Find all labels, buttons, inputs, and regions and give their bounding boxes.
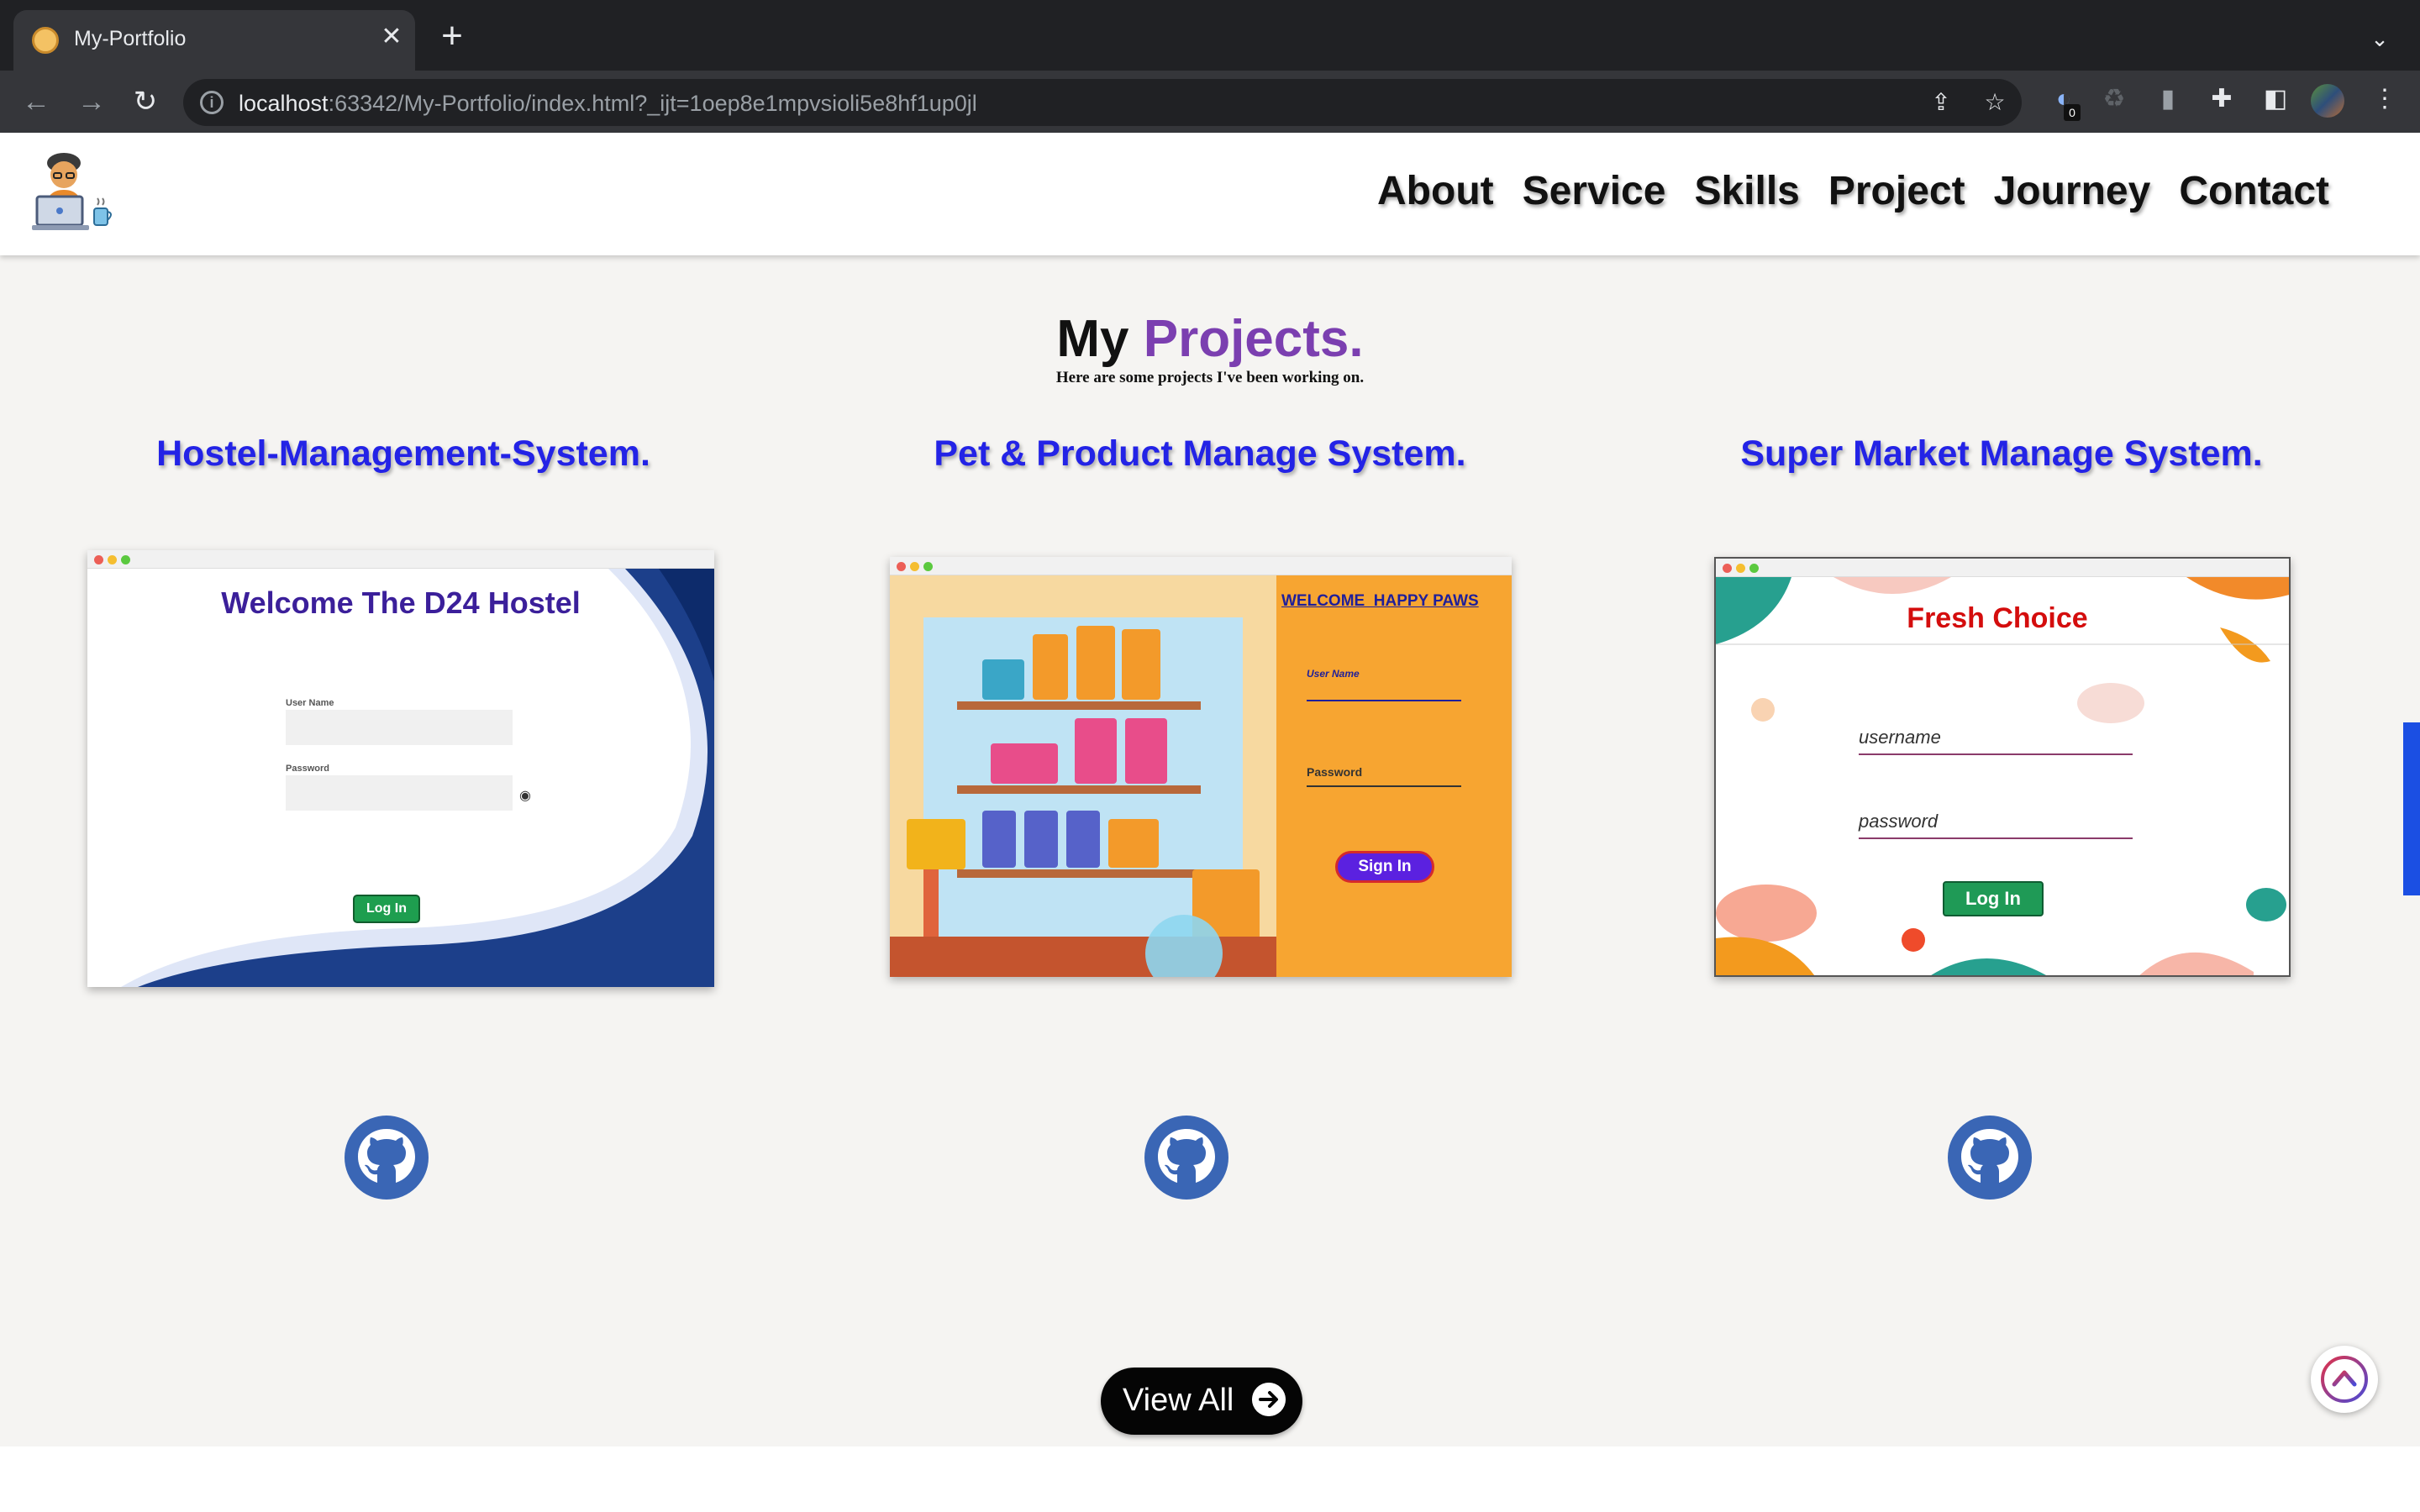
browser-tab[interactable]: My-Portfolio ✕ [13, 10, 415, 71]
main-nav: About Service Skills Project Journey Con… [1377, 168, 2329, 214]
reload-button[interactable]: ↻ [126, 82, 165, 121]
site-info-icon[interactable]: i [200, 91, 224, 114]
extension-badge: 0 [2064, 104, 2081, 121]
project-title-hostel: Hostel-Management-System. [156, 433, 650, 474]
preview-user-line [1859, 753, 2133, 755]
browser-tabstrip: My-Portfolio ✕ + ⌄ [0, 0, 2420, 71]
section-subtitle: Here are some projects I've been working… [1055, 369, 1365, 386]
preview-user-label: username [1859, 727, 1941, 748]
pet-shop-illustration [890, 575, 1512, 977]
project-title-pet: Pet & Product Manage System. [934, 433, 1466, 474]
preview-login-button: Log In [353, 895, 420, 923]
preview-signin-button: Sign In [1335, 851, 1434, 883]
profile-avatar[interactable] [2311, 84, 2344, 118]
preview-window-bar [1716, 559, 2289, 577]
tab-close-icon[interactable]: ✕ [376, 22, 407, 52]
scroll-indicator [2403, 722, 2420, 895]
extensions-puzzle-icon[interactable]: ✚ [2205, 82, 2238, 116]
nav-project[interactable]: Project [1828, 168, 1965, 214]
preview-login-button: Log In [1943, 881, 2044, 916]
tab-search-chevron-icon[interactable]: ⌄ [2363, 22, 2396, 55]
project-preview-supermarket[interactable]: Fresh Choice username password Log In [1714, 557, 2291, 977]
arrow-right-icon [1252, 1383, 1286, 1416]
project-preview-pet[interactable]: WELCOME HAPPY PAWS User Name Password Si… [890, 557, 1512, 977]
preview-user-label: User Name [286, 698, 334, 708]
project-title-supermarket: Super Market Manage System. [1740, 433, 2263, 474]
extension-bottle-icon[interactable]: ▮ [2151, 82, 2185, 116]
view-all-button[interactable]: View All [1101, 1368, 1302, 1435]
browser-menu-icon[interactable]: ⋮ [2368, 82, 2402, 116]
github-icon[interactable] [1143, 1114, 1230, 1201]
tab-title: My-Portfolio [74, 27, 187, 50]
page-bottom-strip [0, 1446, 2420, 1512]
github-icon[interactable] [343, 1114, 430, 1201]
portfolio-page: About Service Skills Project Journey Con… [0, 133, 2420, 1512]
preview-user-line [1307, 700, 1461, 701]
site-header: About Service Skills Project Journey Con… [0, 133, 2420, 255]
preview-pass-field [286, 775, 513, 811]
preview-pass-label: password [1859, 811, 1939, 832]
preview-user-label: User Name [1307, 668, 1360, 680]
view-all-label: View All [1123, 1383, 1234, 1418]
preview-pass-label: Password [1307, 765, 1363, 779]
back-to-top-button[interactable] [2311, 1346, 2378, 1413]
nav-journey[interactable]: Journey [1994, 168, 2151, 214]
new-tab-button[interactable]: + [435, 18, 469, 55]
preview-user-field [286, 710, 513, 745]
nav-service[interactable]: Service [1523, 168, 1666, 214]
eye-icon: ◉ [519, 789, 531, 803]
address-bar[interactable]: i localhost:63342/My-Portfolio/index.htm… [183, 79, 2022, 126]
url-text: localhost:63342/My-Portfolio/index.html?… [239, 91, 977, 116]
back-button[interactable]: ← [17, 82, 55, 121]
project-preview-hostel[interactable]: Welcome The D24 Hostel User Name Passwor… [87, 550, 714, 987]
extension-recycle-icon[interactable]: ♻ [2097, 82, 2131, 116]
preview-heading: Fresh Choice [1907, 602, 2088, 634]
forward-button[interactable]: → [72, 82, 111, 121]
preview-pass-line [1859, 837, 2133, 839]
share-icon[interactable]: ⇪ [1926, 87, 1956, 118]
developer-logo-icon[interactable] [32, 144, 119, 239]
favicon-icon [32, 27, 59, 54]
section-title: My Projects. [1056, 310, 1364, 368]
bookmark-star-icon[interactable]: ☆ [1980, 87, 2010, 118]
preview-heading: Welcome The D24 Hostel [221, 585, 581, 620]
side-panel-icon[interactable]: ◧ [2259, 82, 2292, 116]
nav-about[interactable]: About [1377, 168, 1494, 214]
fresh-choice-shapes [1716, 577, 2289, 975]
github-icon[interactable] [1946, 1114, 2033, 1201]
preview-pass-line [1307, 785, 1461, 787]
preview-window-bar [890, 557, 1512, 575]
nav-skills[interactable]: Skills [1694, 168, 1799, 214]
preview-pass-label: Password [286, 764, 329, 774]
nav-contact[interactable]: Contact [2179, 168, 2329, 214]
preview-heading: WELCOME HAPPY PAWS [1281, 592, 1479, 610]
chevron-up-icon [2321, 1356, 2368, 1403]
